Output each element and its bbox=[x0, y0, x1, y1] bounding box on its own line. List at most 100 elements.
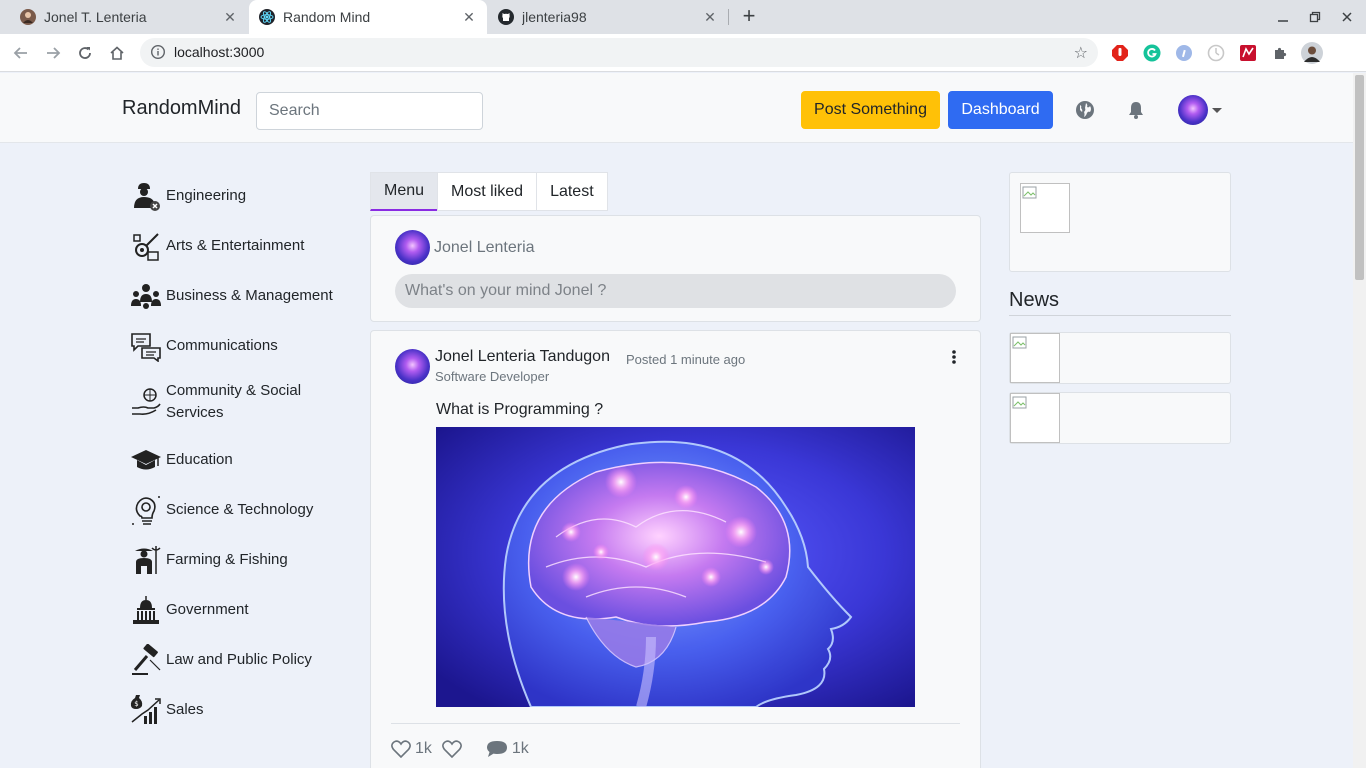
bell-icon[interactable] bbox=[1126, 100, 1146, 120]
home-icon[interactable] bbox=[104, 40, 130, 66]
svg-text:$: $ bbox=[134, 700, 138, 708]
sidebar-item-label: Science & Technology bbox=[166, 501, 314, 518]
hand-globe-icon bbox=[132, 388, 161, 415]
tab-most-liked[interactable]: Most liked bbox=[437, 172, 537, 211]
sidebar-item-label: Education bbox=[166, 451, 233, 468]
more-options-icon[interactable] bbox=[950, 349, 958, 365]
sidebar-item-engineering[interactable]: Engineering bbox=[130, 180, 350, 212]
address-bar[interactable]: localhost:3000 ☆ bbox=[140, 38, 1098, 67]
news-item[interactable] bbox=[1009, 392, 1231, 444]
sponsored-card bbox=[1009, 172, 1231, 272]
app-navbar: RandomMind Post Something Dashboard bbox=[0, 73, 1353, 143]
sidebar-item-sales[interactable]: $ Sales bbox=[130, 694, 350, 726]
post-card: Jonel Lenteria Tandugon Posted 1 minute … bbox=[370, 330, 981, 768]
heart-outline-icon[interactable] bbox=[391, 740, 411, 758]
gavel-icon bbox=[132, 644, 161, 675]
browser-tab-title: Random Mind bbox=[283, 9, 371, 25]
graduation-cap-icon bbox=[131, 450, 161, 470]
sidebar-item-arts-entertainment[interactable]: Arts & Entertainment bbox=[130, 230, 350, 262]
new-tab-button[interactable]: + bbox=[737, 5, 761, 29]
user-menu[interactable] bbox=[1178, 95, 1222, 125]
composer-avatar bbox=[395, 230, 430, 265]
dashboard-button[interactable]: Dashboard bbox=[948, 91, 1053, 129]
close-window-icon[interactable] bbox=[1331, 0, 1363, 34]
sidebar-item-education[interactable]: Education bbox=[130, 444, 350, 476]
scrollbar-thumb[interactable] bbox=[1355, 75, 1364, 280]
sidebar-item-communications[interactable]: Communications bbox=[130, 330, 350, 362]
sidebar-item-government[interactable]: Government bbox=[130, 594, 350, 626]
browser-tab-title: jlenteria98 bbox=[522, 9, 587, 25]
sidebar-item-business-management[interactable]: Business & Management bbox=[130, 280, 350, 312]
page-scrollbar[interactable] bbox=[1353, 73, 1366, 768]
chevron-down-icon bbox=[1212, 107, 1222, 113]
info-extension-icon[interactable] bbox=[1175, 44, 1193, 62]
address-bar-url: localhost:3000 bbox=[174, 44, 265, 60]
comment-icon[interactable] bbox=[486, 740, 508, 758]
browser-tab-random-mind[interactable]: Random Mind ✕ bbox=[249, 0, 487, 34]
github-favicon-icon bbox=[498, 9, 514, 25]
profile-avatar-icon[interactable] bbox=[1301, 42, 1323, 64]
feed-tabs: Menu Most liked Latest bbox=[370, 172, 608, 211]
post-something-button[interactable]: Post Something bbox=[801, 91, 940, 129]
globe-icon[interactable] bbox=[1075, 100, 1095, 120]
profile-favicon-icon bbox=[20, 9, 36, 25]
sidebar-item-label: Arts & Entertainment bbox=[166, 237, 305, 254]
team-icon bbox=[131, 284, 161, 309]
tab-separator bbox=[728, 9, 729, 25]
restore-icon[interactable] bbox=[1299, 0, 1331, 34]
puzzle-extensions-icon[interactable] bbox=[1271, 44, 1289, 62]
whats-on-your-mind-input[interactable] bbox=[395, 274, 956, 308]
sidebar-item-law-public-policy[interactable]: Law and Public Policy bbox=[130, 644, 350, 676]
sidebar-item-farming-fishing[interactable]: Farming & Fishing bbox=[130, 544, 350, 576]
timer-extension-icon[interactable] bbox=[1207, 44, 1225, 62]
news-heading: News bbox=[1009, 289, 1060, 311]
adblock-extension-icon[interactable] bbox=[1111, 44, 1129, 62]
red-extension-icon[interactable] bbox=[1239, 44, 1257, 62]
broken-image[interactable] bbox=[1020, 183, 1070, 233]
post-composer: Jonel Lenteria bbox=[370, 215, 981, 322]
guitar-icon bbox=[133, 233, 159, 261]
browser-tab-title: Jonel T. Lenteria bbox=[44, 9, 147, 25]
broken-image-icon bbox=[1022, 186, 1037, 199]
sidebar-item-community-social-services[interactable]: Community & Social Services bbox=[130, 380, 350, 424]
user-avatar bbox=[1178, 95, 1208, 125]
broken-image bbox=[1010, 393, 1060, 443]
tab-latest[interactable]: Latest bbox=[536, 172, 608, 211]
sidebar-item-science-technology[interactable]: Science & Technology bbox=[130, 494, 350, 526]
author-role: Software Developer bbox=[435, 369, 550, 384]
sidebar-item-label: Engineering bbox=[166, 187, 247, 204]
close-icon[interactable]: ✕ bbox=[459, 9, 479, 26]
search-input[interactable] bbox=[256, 92, 483, 130]
broken-image bbox=[1010, 333, 1060, 383]
site-info-icon[interactable] bbox=[150, 44, 166, 60]
browser-tab-portfolio[interactable]: Jonel T. Lenteria ✕ bbox=[0, 0, 248, 34]
forward-icon[interactable] bbox=[40, 40, 66, 66]
heart-outline-icon[interactable] bbox=[441, 740, 462, 758]
brand-logo[interactable]: RandomMind bbox=[122, 97, 241, 120]
sidebar-item-label: Business & Management bbox=[166, 287, 333, 304]
composer-user-name: Jonel Lenteria bbox=[434, 239, 535, 256]
engineer-icon bbox=[134, 183, 160, 211]
author-avatar[interactable] bbox=[395, 349, 430, 384]
bulb-gear-icon bbox=[132, 496, 160, 525]
react-favicon-icon bbox=[259, 9, 275, 25]
sidebar-item-label: Communications bbox=[166, 337, 278, 354]
bookmark-star-icon[interactable]: ☆ bbox=[1074, 43, 1088, 63]
post-divider bbox=[391, 723, 960, 724]
capitol-icon bbox=[133, 596, 159, 624]
post-image[interactable] bbox=[436, 427, 915, 707]
close-icon[interactable]: ✕ bbox=[700, 9, 720, 26]
sidebar-item-label: Farming & Fishing bbox=[166, 551, 288, 568]
close-icon[interactable]: ✕ bbox=[220, 9, 240, 26]
post-author[interactable]: Jonel Lenteria Tandugon bbox=[435, 348, 610, 366]
news-item[interactable] bbox=[1009, 332, 1231, 384]
tab-menu[interactable]: Menu bbox=[370, 172, 438, 211]
back-icon[interactable] bbox=[8, 40, 34, 66]
chat-bubbles-icon bbox=[131, 333, 161, 362]
grammarly-extension-icon[interactable] bbox=[1143, 44, 1161, 62]
browser-tab-github[interactable]: jlenteria98 ✕ bbox=[488, 0, 728, 34]
reload-icon[interactable] bbox=[72, 40, 98, 66]
farmer-icon bbox=[135, 546, 161, 574]
comment-count: 1k bbox=[511, 740, 529, 757]
minimize-icon[interactable] bbox=[1267, 0, 1299, 34]
